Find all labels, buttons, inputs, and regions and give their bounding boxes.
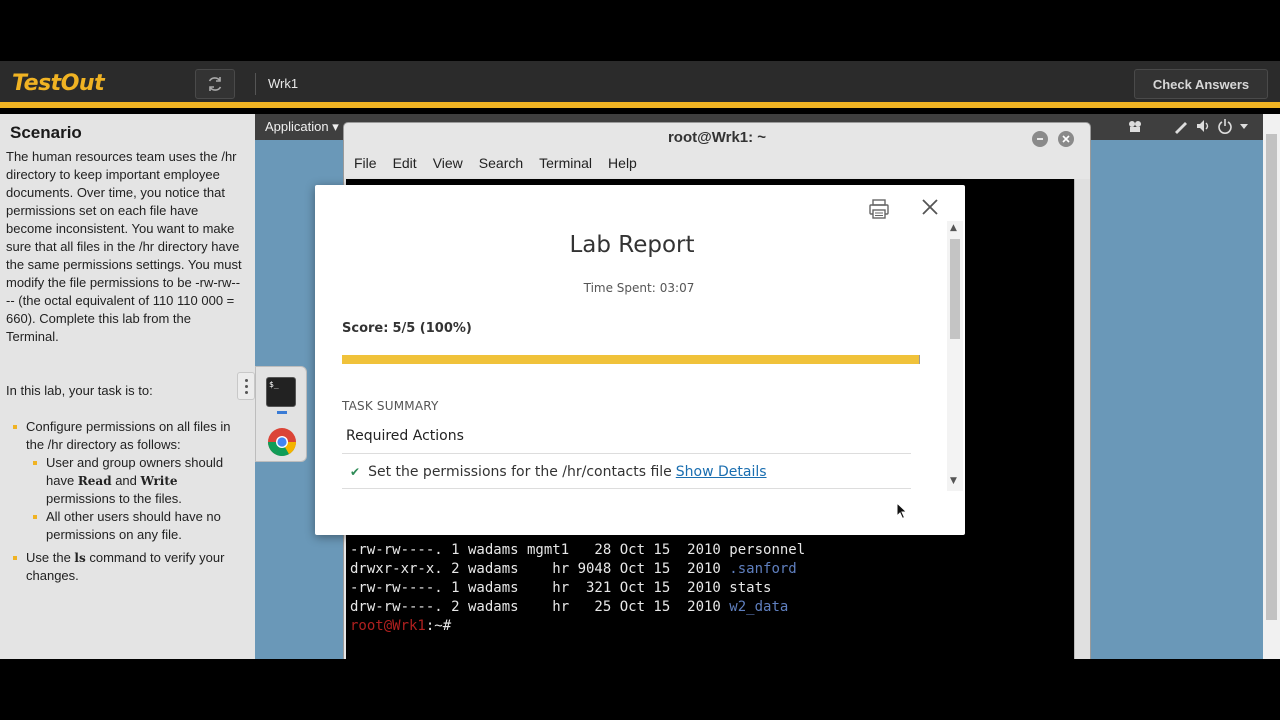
page-scrollbar-thumb[interactable] [1266,134,1277,620]
menu-file[interactable]: File [354,155,377,171]
menu-edit[interactable]: Edit [393,155,417,171]
menu-view[interactable]: View [433,155,463,171]
task-intro: In this lab, your task is to: [6,383,153,398]
scenario-title: Scenario [10,123,82,142]
task-result-row: ✔ Set the permissions for the /hr/contac… [342,455,911,489]
subtask-item: User and group owners should have Read a… [26,454,242,508]
window-close-button[interactable] [1058,131,1074,147]
menu-terminal[interactable]: Terminal [539,155,592,171]
print-icon[interactable] [867,197,891,221]
task-item: Use the ls command to verify your change… [6,549,242,585]
application-menu[interactable]: Application ▾ [265,119,339,135]
toolbar-divider [255,73,256,95]
lab-report-dialog: Lab Report Time Spent: 03:07 Score: 5/5 (1… [315,185,965,535]
machine-selector[interactable]: Wrk1 [268,76,298,91]
close-icon[interactable] [919,196,941,218]
required-actions-heading: Required Actions [342,425,911,454]
power-icon[interactable] [1217,118,1233,134]
subtask-list: User and group owners should have Read a… [26,454,242,544]
score-progress-fill [342,355,919,364]
refresh-button[interactable] [195,69,235,99]
close-icon [1062,135,1070,143]
show-details-link[interactable]: Show Details [676,464,767,480]
terminal-app-icon[interactable]: $_ [266,377,296,407]
score: Score: 5/5 (100%) [342,321,472,336]
task-result-text: Set the permissions for the /hr/contacts… [368,463,672,480]
menu-help[interactable]: Help [608,155,637,171]
terminal-prompt: root@Wrk1:~# [350,618,452,634]
pen-icon[interactable] [1173,118,1189,134]
subtask-item: All other users should have no permissio… [26,508,242,544]
minimize-icon [1037,138,1043,140]
time-spent: Time Spent: 03:07 [583,281,695,295]
chrome-app-icon[interactable] [267,427,297,457]
terminal-line: drwxr-xr-x. 2 wadams hr 9048 Oct 15 2010… [350,561,797,577]
minimize-button[interactable] [1032,131,1048,147]
terminal-line: drw-rw----. 2 wadams hr 25 Oct 15 2010 w… [350,599,789,615]
dock: $_ [255,366,307,462]
scroll-up-icon[interactable]: ▲ [950,223,957,233]
terminal-line: -rw-rw----. 1 wadams hr 321 Oct 15 2010 … [350,580,772,596]
dialog-title: Lab Report [569,232,695,258]
dialog-scrollbar[interactable]: ▲ ▼ [947,221,963,491]
screen: TestOut Wrk1 Check Answers Scenario The … [0,0,1280,720]
system-tray [1127,118,1249,134]
dialog-scrollbar-thumb[interactable] [950,239,960,339]
checkmark-icon: ✔ [350,464,361,479]
score-progress-bar [342,355,920,364]
app-toolbar: TestOut Wrk1 Check Answers [0,61,1280,108]
terminal-line: -rw-rw----. 1 wadams mgmt1 28 Oct 15 201… [350,542,806,558]
terminal-menubar: File Edit View Search Terminal Help [354,155,637,171]
task-summary-heading: TASK SUMMARY [342,399,439,413]
refresh-icon [208,77,222,91]
volume-icon[interactable] [1195,118,1211,134]
chevron-down-icon[interactable] [1239,118,1249,134]
terminal-output: -rw-rw----. 1 wadams mgmt1 28 Oct 15 201… [350,541,805,636]
page-scrollbar[interactable] [1263,114,1280,659]
network-icon[interactable] [1127,118,1143,134]
scenario-description: The human resources team uses the /hr di… [6,149,242,344]
active-indicator [277,411,287,414]
testout-logo: TestOut [12,71,105,96]
scroll-down-icon[interactable]: ▼ [950,476,957,486]
pane-menu-kebab-icon[interactable] [237,372,255,400]
mouse-cursor-icon [896,502,908,520]
task-list: Configure permissions on all files in th… [6,418,242,590]
terminal-title: root@Wrk1: ~ [667,129,767,146]
scenario-pane: Scenario The human resources team uses t… [0,114,255,659]
task-item: Configure permissions on all files in th… [6,418,242,544]
menu-search[interactable]: Search [479,155,523,171]
check-answers-button[interactable]: Check Answers [1134,69,1268,99]
terminal-scrollbar[interactable] [1074,179,1090,659]
